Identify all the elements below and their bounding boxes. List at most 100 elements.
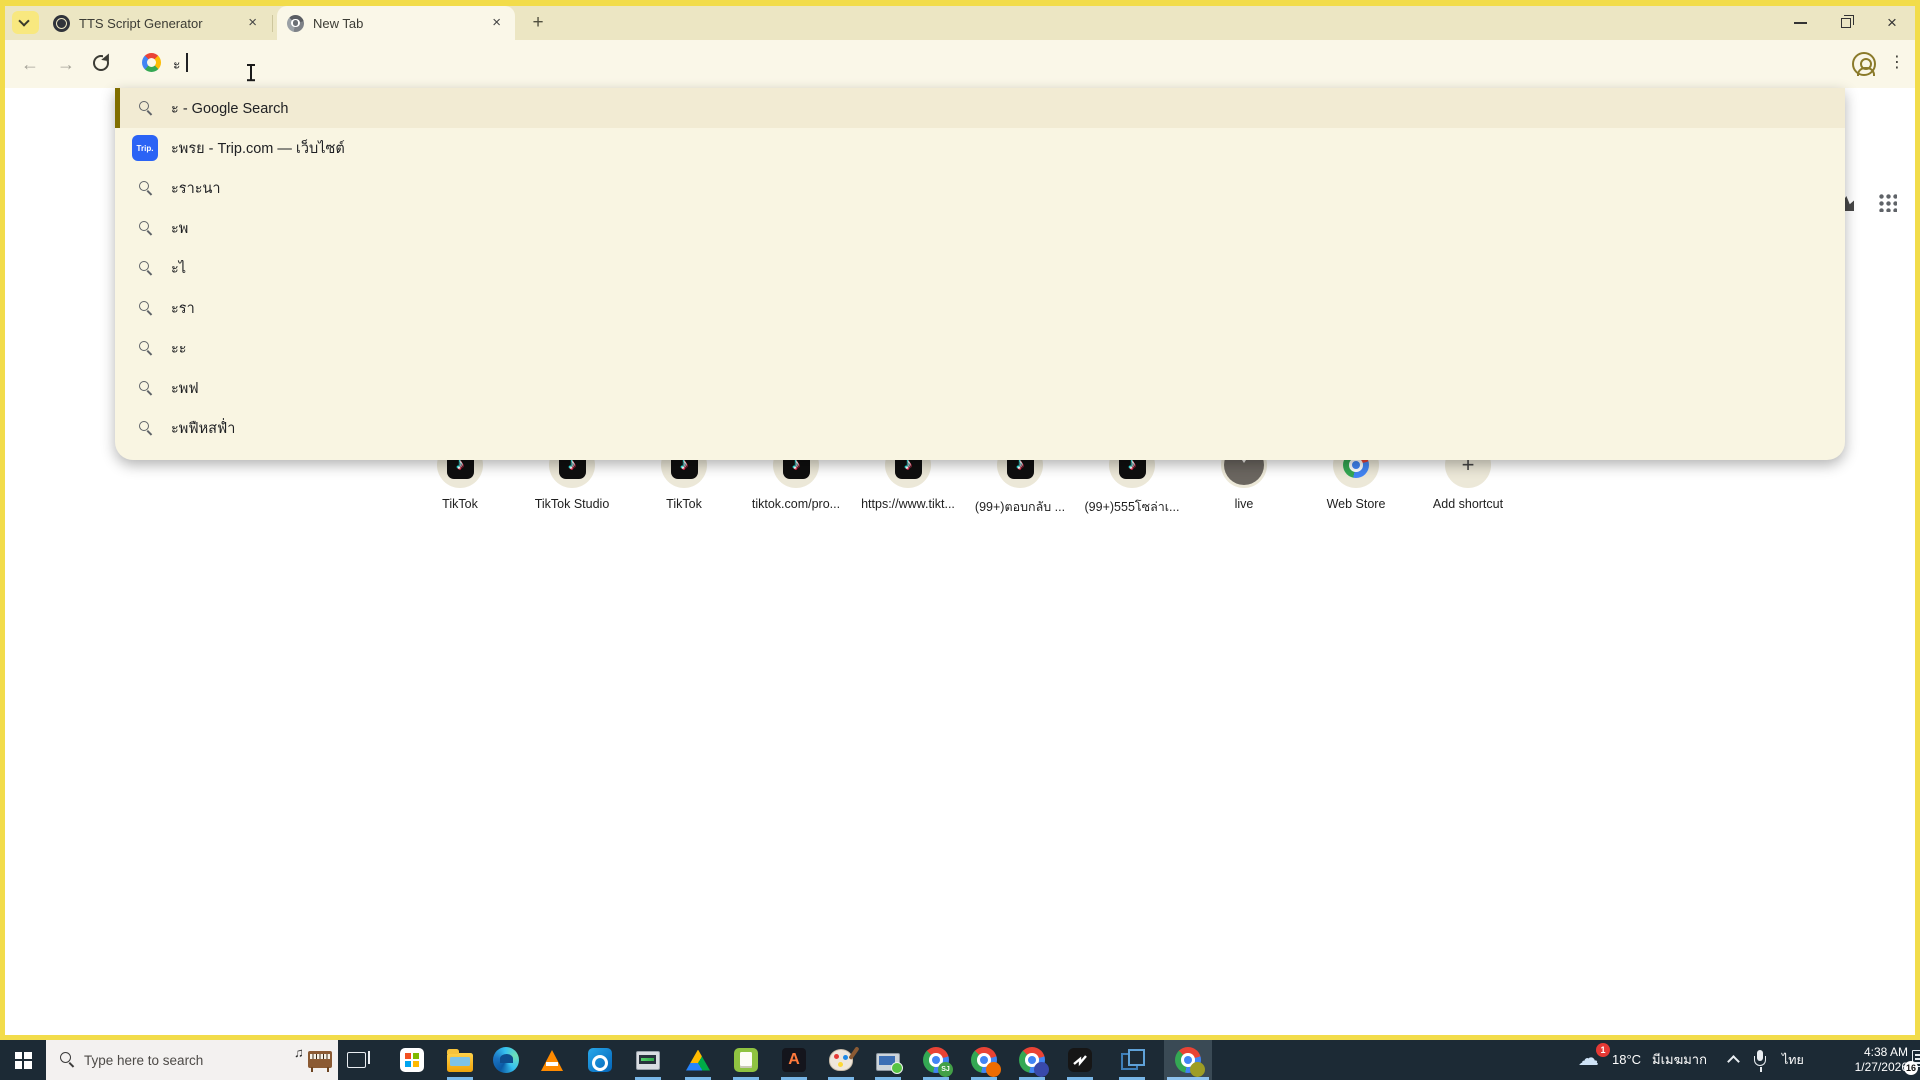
- browser-window: TTS Script Generator × New Tab × + × ← →…: [5, 6, 1915, 1035]
- task-view-button[interactable]: [334, 1040, 378, 1080]
- remote-desktop-icon: [876, 1052, 903, 1074]
- blue-squares-app-button[interactable]: [1110, 1040, 1154, 1080]
- close-tab-icon[interactable]: ×: [488, 15, 505, 30]
- google-drive-button[interactable]: [676, 1040, 720, 1080]
- search-highlight-piano-icon[interactable]: ♫: [294, 1045, 334, 1075]
- search-icon: [139, 381, 154, 396]
- remote-desktop-button[interactable]: [866, 1040, 910, 1080]
- tray-weather-condition[interactable]: มีเมฆมาก: [1652, 1040, 1707, 1080]
- outlook-button[interactable]: [578, 1040, 622, 1080]
- notification-count-badge: 16: [1904, 1061, 1918, 1075]
- tab-new-tab[interactable]: New Tab ×: [277, 6, 515, 40]
- vlc-icon: [541, 1049, 563, 1071]
- windows-taskbar: Type here to search ♫ A SJ ☁ 1 18°C มีเม…: [0, 1040, 1920, 1080]
- notepad-plus-plus-button[interactable]: [724, 1040, 768, 1080]
- suggestion-row[interactable]: ะรา: [115, 288, 1845, 328]
- google-apps-grid-icon[interactable]: [1877, 192, 1897, 212]
- tab-tts-script-generator[interactable]: TTS Script Generator ×: [43, 6, 271, 40]
- browser-window-frame: TTS Script Generator × New Tab × + × ← →…: [0, 0, 1920, 1040]
- profile-badge-olive: [1190, 1062, 1205, 1077]
- suggestion-row[interactable]: ะพฟ: [115, 368, 1845, 408]
- file-explorer-button[interactable]: [438, 1040, 482, 1080]
- google-drive-icon: [686, 1049, 710, 1071]
- paint-icon: [829, 1049, 853, 1071]
- close-window-button[interactable]: ×: [1869, 6, 1915, 40]
- back-button[interactable]: ←: [17, 51, 43, 77]
- edge-button[interactable]: [484, 1040, 528, 1080]
- suggestion-row[interactable]: Trip. ะพรย - Trip.com — เว็บไซต์: [115, 128, 1845, 168]
- capcut-button[interactable]: [1058, 1040, 1102, 1080]
- profile-badge-sj: SJ: [938, 1062, 953, 1077]
- windows-logo-icon: [14, 1051, 32, 1069]
- selection-bar: [115, 88, 120, 128]
- suggestion-row[interactable]: ะ - Google Search: [115, 88, 1845, 128]
- google-logo-icon: [142, 53, 161, 72]
- text-caret: [186, 53, 188, 72]
- forward-button[interactable]: →: [53, 51, 79, 77]
- chrome-icon: [1175, 1047, 1205, 1077]
- restore-button[interactable]: [1823, 6, 1869, 40]
- tray-temperature[interactable]: 18°C: [1612, 1040, 1641, 1080]
- tab-title: New Tab: [313, 15, 364, 31]
- tab-search-button[interactable]: [12, 11, 39, 34]
- new-tab-button[interactable]: +: [525, 10, 551, 36]
- paint-button[interactable]: [819, 1040, 863, 1080]
- tray-overflow-chevron-icon[interactable]: [1727, 1055, 1740, 1068]
- chrome-profile-blue-button[interactable]: [1010, 1040, 1054, 1080]
- profile-avatar-button[interactable]: [1851, 51, 1877, 77]
- capcut-icon: [1068, 1048, 1092, 1072]
- chrome-profile-sj-button[interactable]: SJ: [914, 1040, 958, 1080]
- new-tab-favicon: [287, 14, 304, 32]
- tray-language-indicator[interactable]: ไทย: [1782, 1040, 1804, 1080]
- screen: TTS Script Generator × New Tab × + × ← →…: [0, 0, 1920, 1080]
- search-icon: [60, 1052, 76, 1068]
- start-button[interactable]: [0, 1040, 46, 1080]
- system-monitor-button[interactable]: [626, 1040, 670, 1080]
- tray-time: 4:38 AM: [1863, 1045, 1908, 1059]
- suggestion-row[interactable]: ะะ: [115, 328, 1845, 368]
- action-center-button[interactable]: 16: [1904, 1049, 1920, 1075]
- browser-toolbar: ← → ะ ⋮: [5, 40, 1915, 88]
- microsoft-store-icon: [400, 1048, 424, 1072]
- a-letter-app-icon: A: [782, 1048, 806, 1072]
- search-icon: [139, 261, 154, 276]
- a-letter-app-button[interactable]: A: [772, 1040, 816, 1080]
- system-monitor-icon: [636, 1050, 660, 1070]
- search-icon: [139, 101, 154, 116]
- trip-com-icon: Trip.: [132, 135, 158, 161]
- mouse-ibeam-cursor: [246, 64, 256, 81]
- microphone-tray-icon[interactable]: [1752, 1050, 1768, 1072]
- search-icon: [139, 181, 154, 196]
- taskbar-search-box[interactable]: Type here to search ♫: [46, 1040, 338, 1080]
- outlook-icon: [588, 1048, 612, 1072]
- chevron-down-icon: [18, 15, 30, 27]
- suggestion-row[interactable]: ะพฟืหสฟ่ำ: [115, 408, 1845, 448]
- person-icon: [1852, 52, 1876, 76]
- search-icon: [139, 301, 154, 316]
- chrome-profile-orange-button[interactable]: [962, 1040, 1006, 1080]
- vlc-button[interactable]: [530, 1040, 574, 1080]
- chrome-icon: [971, 1047, 1001, 1077]
- microsoft-store-button[interactable]: [390, 1040, 434, 1080]
- minimize-button[interactable]: [1777, 6, 1823, 40]
- chrome-icon: [1019, 1047, 1049, 1077]
- suggestion-row[interactable]: ะพ: [115, 208, 1845, 248]
- file-explorer-icon: [447, 1048, 473, 1072]
- weather-tray-icon[interactable]: ☁ 1: [1578, 1043, 1610, 1072]
- tray-clock[interactable]: 4:38 AM 1/27/2026: [1832, 1045, 1908, 1075]
- restore-icon: [1841, 15, 1854, 28]
- reload-button[interactable]: [91, 53, 113, 73]
- omnibox-input[interactable]: ะ: [173, 54, 181, 76]
- search-icon: [139, 221, 154, 236]
- window-controls: ×: [1777, 6, 1915, 40]
- tab-strip: TTS Script Generator × New Tab × + ×: [5, 6, 1915, 40]
- close-icon: ×: [1887, 13, 1897, 32]
- tray-date: 1/27/2026: [1854, 1060, 1908, 1074]
- suggestion-row[interactable]: ะไ: [115, 248, 1845, 288]
- edge-icon: [493, 1047, 519, 1073]
- browser-menu-button[interactable]: ⋮: [1887, 52, 1907, 72]
- chrome-active-profile-button[interactable]: [1164, 1040, 1212, 1080]
- search-icon: [139, 421, 154, 436]
- close-tab-icon[interactable]: ×: [244, 15, 261, 30]
- suggestion-row[interactable]: ะราะนา: [115, 168, 1845, 208]
